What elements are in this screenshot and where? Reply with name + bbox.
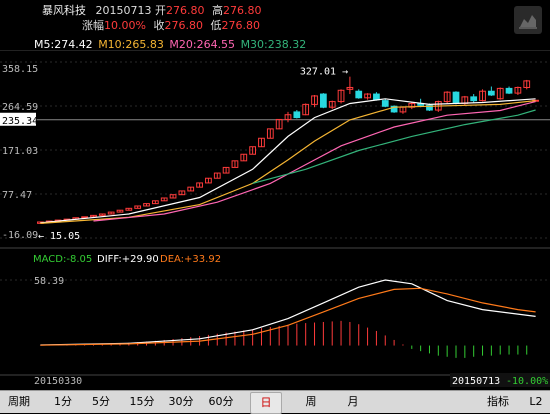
diff-value-label: DIFF:+29.90 (97, 254, 159, 265)
price-tick-label: 358.15 (2, 64, 38, 75)
indicator-tab[interactable]: 指标 (482, 391, 514, 413)
kline-chart[interactable]: 358.15 264.59 235.34 171.03 77.47 -16.09 327.0… (0, 50, 550, 390)
candlestick-series (37, 76, 539, 224)
m30-line (252, 109, 536, 184)
candle-body (373, 93, 380, 101)
period-tab-1[interactable]: 1分 (50, 391, 76, 413)
quote-row-2: 涨幅10.00% 收276.80 低276.80 (82, 19, 260, 32)
period-tab-0[interactable]: 周期 (4, 391, 34, 413)
area-chart-icon (519, 15, 537, 29)
period-tab-7[interactable]: 周 (298, 391, 324, 413)
low-value: 276.80 (221, 19, 260, 32)
price-tick-label: 264.59 (2, 102, 38, 113)
candle-body (487, 90, 495, 96)
high-label: 高 (212, 4, 223, 17)
change-value: 10.00% (104, 19, 146, 32)
low-price-label: ← 15.05 (38, 231, 80, 242)
candle-body (470, 96, 478, 102)
change-label: 涨幅 (82, 19, 104, 32)
price-tick-label: 77.47 (2, 190, 32, 201)
close-label: 收 (153, 19, 165, 32)
quote-date: 20150713 (95, 4, 152, 17)
current-price-label: 235.34 (2, 116, 38, 127)
candle-body (381, 100, 389, 107)
quote-row-1: 暴风科技 20150713 开276.80 高276.80 (42, 4, 262, 17)
candle-body (319, 93, 327, 108)
high-value: 276.80 (223, 4, 262, 17)
candle-body (293, 111, 301, 119)
price-tick-label: 171.03 (2, 146, 38, 157)
price-tick-label: -16.09 (2, 230, 38, 241)
period-tab-4[interactable]: 30分 (166, 391, 196, 413)
period-tab-5[interactable]: 60分 (206, 391, 236, 413)
open-value: 276.80 (166, 4, 205, 17)
macd-panel (39, 279, 536, 358)
macd-value-label: MACD:-8.05 (33, 254, 92, 265)
level2-tab[interactable]: L2 (526, 391, 546, 413)
period-tab-8[interactable]: 月 (340, 391, 366, 413)
end-change-label: -10.00% (506, 376, 548, 387)
stock-header: 暴风科技 20150713 开276.80 高276.80 涨幅10.00% 收… (0, 0, 550, 38)
period-tab-bar: 周期 1分 5分 15分 30分 60分日周月 指标 L2 (0, 390, 550, 414)
candle-body (505, 87, 513, 94)
chart-type-button[interactable] (514, 6, 542, 34)
period-tab-6[interactable]: 日 (250, 392, 282, 414)
axis-labels: 358.15 264.59 235.34 171.03 77.47 -16.09 327.0… (0, 64, 550, 387)
start-date-label: 20150330 (34, 376, 82, 387)
close-value: 276.80 (164, 19, 203, 32)
macd-top-label: 58.39 (34, 276, 64, 287)
open-label: 开 (155, 4, 166, 17)
period-tab-3[interactable]: 15分 (127, 391, 157, 413)
end-date-label: 20150713 (452, 376, 500, 387)
low-label: 低 (210, 19, 222, 32)
peak-price-label: 327.01 → (300, 67, 348, 78)
candle-body (355, 90, 363, 99)
period-tab-2[interactable]: 5分 (88, 391, 114, 413)
dea-value-label: DEA:+33.92 (160, 254, 221, 265)
stock-name: 暴风科技 (42, 4, 86, 17)
candle-body (452, 91, 460, 104)
